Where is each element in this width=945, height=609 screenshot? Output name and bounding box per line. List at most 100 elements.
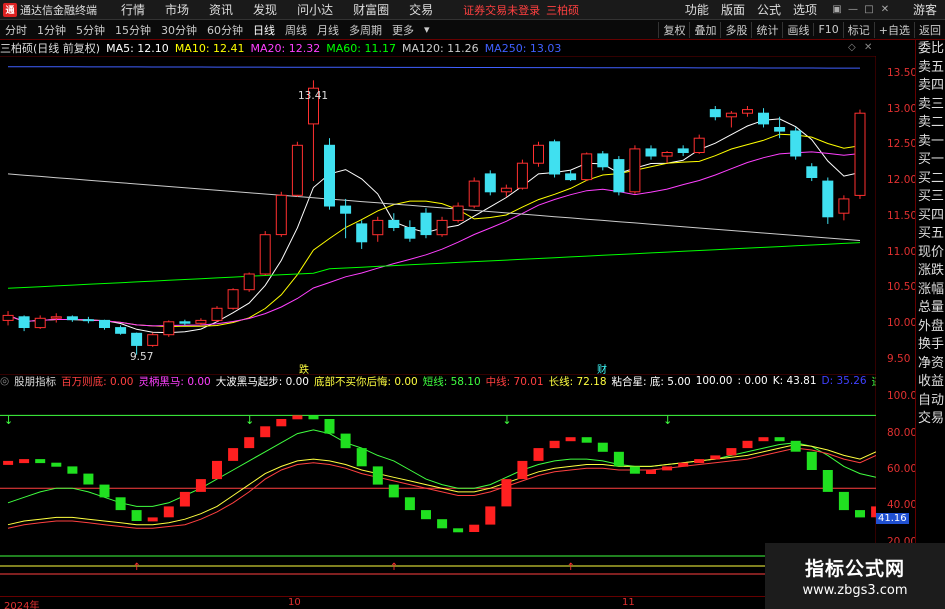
indicator-axis-label: 80.00 — [887, 426, 918, 439]
f10-button[interactable]: F10 — [813, 23, 842, 36]
candle-down — [356, 223, 368, 243]
menu-item-options[interactable]: 选项 — [787, 1, 823, 18]
menu-item-ask[interactable]: 问小达 — [287, 1, 343, 18]
indicator-bar-up — [758, 437, 769, 442]
price-axis-label: 10.50 — [887, 281, 918, 294]
quote-side-panel: 委比 卖五 卖四 卖三 卖二 卖一 买一 买二 买三 买四 买五 现价 涨跌 涨幅 总量 外盘 换手 净资 收益 自动… — [915, 40, 945, 609]
period-more[interactable]: 更多 — [387, 22, 419, 38]
side-panel-item[interactable]: 净资 — [916, 355, 945, 374]
indicator-bar-up — [260, 426, 271, 438]
side-panel-item[interactable]: 涨跌 — [916, 262, 945, 281]
period-5min[interactable]: 5分钟 — [71, 22, 110, 38]
side-panel-item[interactable]: 换手 — [916, 336, 945, 355]
side-panel-item[interactable]: 自动 — [916, 392, 945, 411]
menu-item-quotes[interactable]: 行情 — [111, 1, 155, 18]
indicator-bar-down — [115, 497, 126, 511]
indicator-bar-down — [806, 451, 817, 470]
candle-up — [742, 109, 753, 114]
candlestick-chart[interactable] — [0, 56, 876, 374]
menu-item-discover[interactable]: 发现 — [243, 1, 287, 18]
menu-item-functions[interactable]: 功能 — [679, 1, 715, 18]
side-panel-item[interactable]: 买一 — [916, 151, 945, 170]
candle-up — [468, 180, 480, 207]
add-watchlist-button[interactable]: +自选 — [873, 21, 914, 38]
multi-stock-button[interactable]: 多股 — [720, 21, 751, 38]
indicator-bar-down — [131, 510, 142, 521]
indicator-bar-up — [694, 459, 705, 464]
indicator-bar-up — [662, 466, 673, 471]
period-30min[interactable]: 30分钟 — [156, 22, 202, 38]
side-panel-item[interactable]: 卖四 — [916, 77, 945, 96]
mark-button[interactable]: 标记 — [842, 21, 874, 38]
indicator-bar-down — [83, 473, 94, 485]
period-monthly[interactable]: 月线 — [312, 22, 344, 38]
chevron-down-icon[interactable]: ▾ — [419, 23, 435, 36]
indicator-bar-up — [517, 460, 528, 480]
period-weekly[interactable]: 周线 — [280, 22, 312, 38]
stats-button[interactable]: 统计 — [751, 21, 782, 38]
skin-icon[interactable]: ▣ — [829, 3, 845, 17]
side-panel-item[interactable]: 涨幅 — [916, 281, 945, 300]
indicator-bar-down — [822, 470, 833, 492]
indicator-chart[interactable]: ↑ ↑ ↑ ↓ ↓ ↓ ↓ — [0, 374, 876, 596]
watermark-url: www.zbgs3.com — [802, 583, 908, 598]
menu-item-news[interactable]: 资讯 — [199, 1, 243, 18]
menu-item-market[interactable]: 市场 — [155, 1, 199, 18]
side-panel-item[interactable]: 卖一 — [916, 133, 945, 152]
indicator-bar-down — [372, 466, 383, 485]
candle-down — [340, 205, 352, 214]
indicator-bar-up — [19, 459, 30, 464]
side-panel-item[interactable]: 卖三 — [916, 96, 945, 115]
period-1min[interactable]: 1分钟 — [32, 22, 71, 38]
chart-title: 三柏硕(日线 前复权) — [0, 42, 101, 55]
indicator-bar-down — [597, 442, 608, 452]
side-panel-item[interactable]: 买五 — [916, 225, 945, 244]
side-panel-item[interactable]: 总量 — [916, 299, 945, 318]
draw-button[interactable]: 画线 — [782, 21, 813, 38]
menu-item-formula[interactable]: 公式 — [751, 1, 787, 18]
back-button[interactable]: 返回 — [914, 21, 945, 38]
side-panel-item[interactable]: 交易 — [916, 410, 945, 429]
side-panel-item[interactable]: 卖二 — [916, 114, 945, 133]
menu-item-wealth[interactable]: 财富圈 — [343, 1, 399, 18]
indicator-bar-up — [485, 506, 496, 525]
indicator-axis-label: 40.00 — [887, 499, 918, 512]
side-panel-item[interactable]: 卖五 — [916, 59, 945, 78]
side-panel-item[interactable]: 外盘 — [916, 318, 945, 337]
candle-up — [436, 219, 448, 236]
side-panel-item[interactable]: 现价 — [916, 244, 945, 263]
overlay-button[interactable]: 叠加 — [689, 21, 720, 38]
price-axis-label: 13.00 — [887, 102, 918, 115]
ma20-line — [7, 151, 861, 327]
period-60min[interactable]: 60分钟 — [202, 22, 248, 38]
side-panel-item[interactable]: 委比 — [916, 40, 945, 59]
indicator-bar-down — [99, 484, 110, 498]
minimize-icon[interactable]: — — [845, 3, 861, 17]
indicator-bar-up — [533, 448, 544, 461]
maximize-icon[interactable]: □ — [861, 3, 877, 17]
candle-up — [725, 112, 737, 118]
login-status[interactable]: 证券交易未登录 — [463, 2, 540, 18]
chart-close-icon[interactable]: ✕ — [864, 42, 872, 53]
side-panel-item[interactable]: 买三 — [916, 188, 945, 207]
ma60-line — [7, 242, 861, 289]
sell-signal-icon: ↓ — [663, 414, 672, 427]
period-multi[interactable]: 多周期 — [344, 22, 387, 38]
menu-item-layout[interactable]: 版面 — [715, 1, 751, 18]
side-panel-item[interactable]: 买二 — [916, 170, 945, 189]
candle-down — [420, 212, 432, 236]
side-panel-item[interactable]: 收益 — [916, 373, 945, 392]
indicator-bar-down — [790, 440, 801, 452]
indicator-bar-up — [244, 437, 255, 449]
chart-options-icon[interactable]: ◇ — [848, 42, 856, 53]
guest-account[interactable]: 游客 — [913, 1, 937, 18]
menu-item-trade[interactable]: 交易 — [399, 1, 443, 18]
indicator-bar-up — [565, 437, 576, 442]
adjust-button[interactable]: 复权 — [658, 21, 689, 38]
period-daily[interactable]: 日线 — [248, 22, 280, 38]
close-icon[interactable]: ✕ — [877, 3, 893, 17]
period-15min[interactable]: 15分钟 — [110, 22, 156, 38]
side-panel-item[interactable]: 买四 — [916, 207, 945, 226]
period-intraday[interactable]: 分时 — [0, 22, 32, 38]
watermark-title: 指标公式网 — [804, 558, 905, 580]
